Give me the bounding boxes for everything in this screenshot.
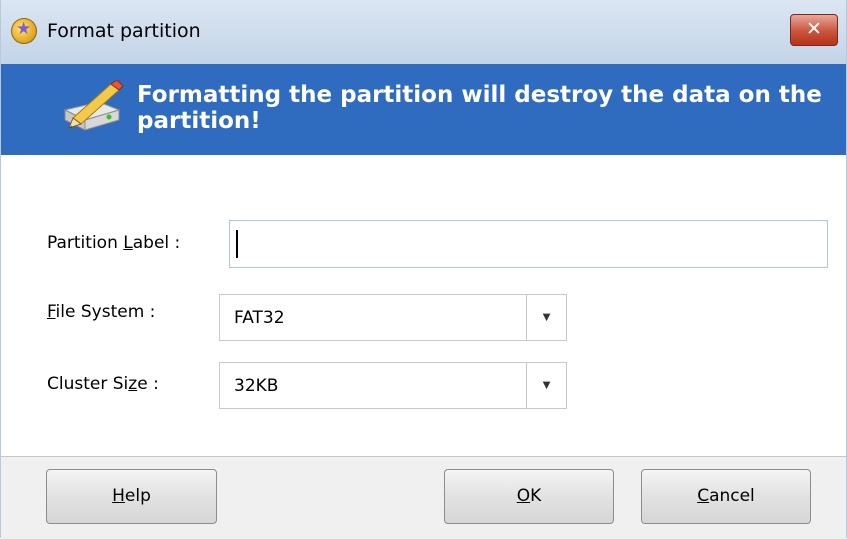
label-mnemonic: F [47, 302, 56, 322]
chevron-down-icon[interactable]: ▼ [526, 295, 566, 340]
warning-message: Formatting the partition will destroy th… [137, 82, 822, 134]
file-system-value: FAT32 [234, 308, 285, 328]
title-bar[interactable]: Format partition ✕ [1, 0, 846, 64]
window-title: Format partition [47, 20, 201, 42]
cancel-button[interactable]: Cancel [641, 469, 811, 524]
app-icon [11, 18, 37, 44]
partition-label-input[interactable] [229, 220, 828, 268]
cluster-size-label: Cluster Size : [47, 374, 159, 394]
label-text: Partition [47, 233, 124, 253]
file-system-label: File System : [47, 302, 155, 322]
ok-button[interactable]: OK [444, 469, 614, 524]
format-partition-dialog: Format partition ✕ Formatting the partit… [0, 0, 847, 539]
button-label: K [530, 486, 542, 506]
close-button[interactable]: ✕ [790, 14, 838, 46]
warning-banner: Formatting the partition will destroy th… [1, 64, 846, 155]
button-label: ancel [709, 486, 755, 506]
partition-label-label: Partition Label : [47, 233, 180, 253]
label-mnemonic: L [123, 233, 133, 253]
button-mnemonic: H [112, 486, 125, 506]
file-system-select[interactable]: FAT32 ▼ [219, 294, 567, 341]
help-button[interactable]: Help [46, 469, 217, 524]
label-text: abel : [132, 233, 181, 253]
button-mnemonic: O [516, 486, 531, 506]
button-mnemonic: C [697, 486, 710, 506]
label-text: e : [137, 374, 159, 394]
chevron-down-icon[interactable]: ▼ [526, 363, 566, 408]
label-text: ile System : [55, 302, 156, 322]
button-label: elp [124, 486, 151, 506]
text-caret [236, 230, 238, 258]
label-text: Cluster Si [47, 374, 129, 394]
cluster-size-value: 32KB [234, 376, 279, 396]
cluster-size-select[interactable]: 32KB ▼ [219, 362, 567, 409]
format-drive-icon [63, 80, 124, 131]
label-mnemonic: z [128, 374, 138, 394]
